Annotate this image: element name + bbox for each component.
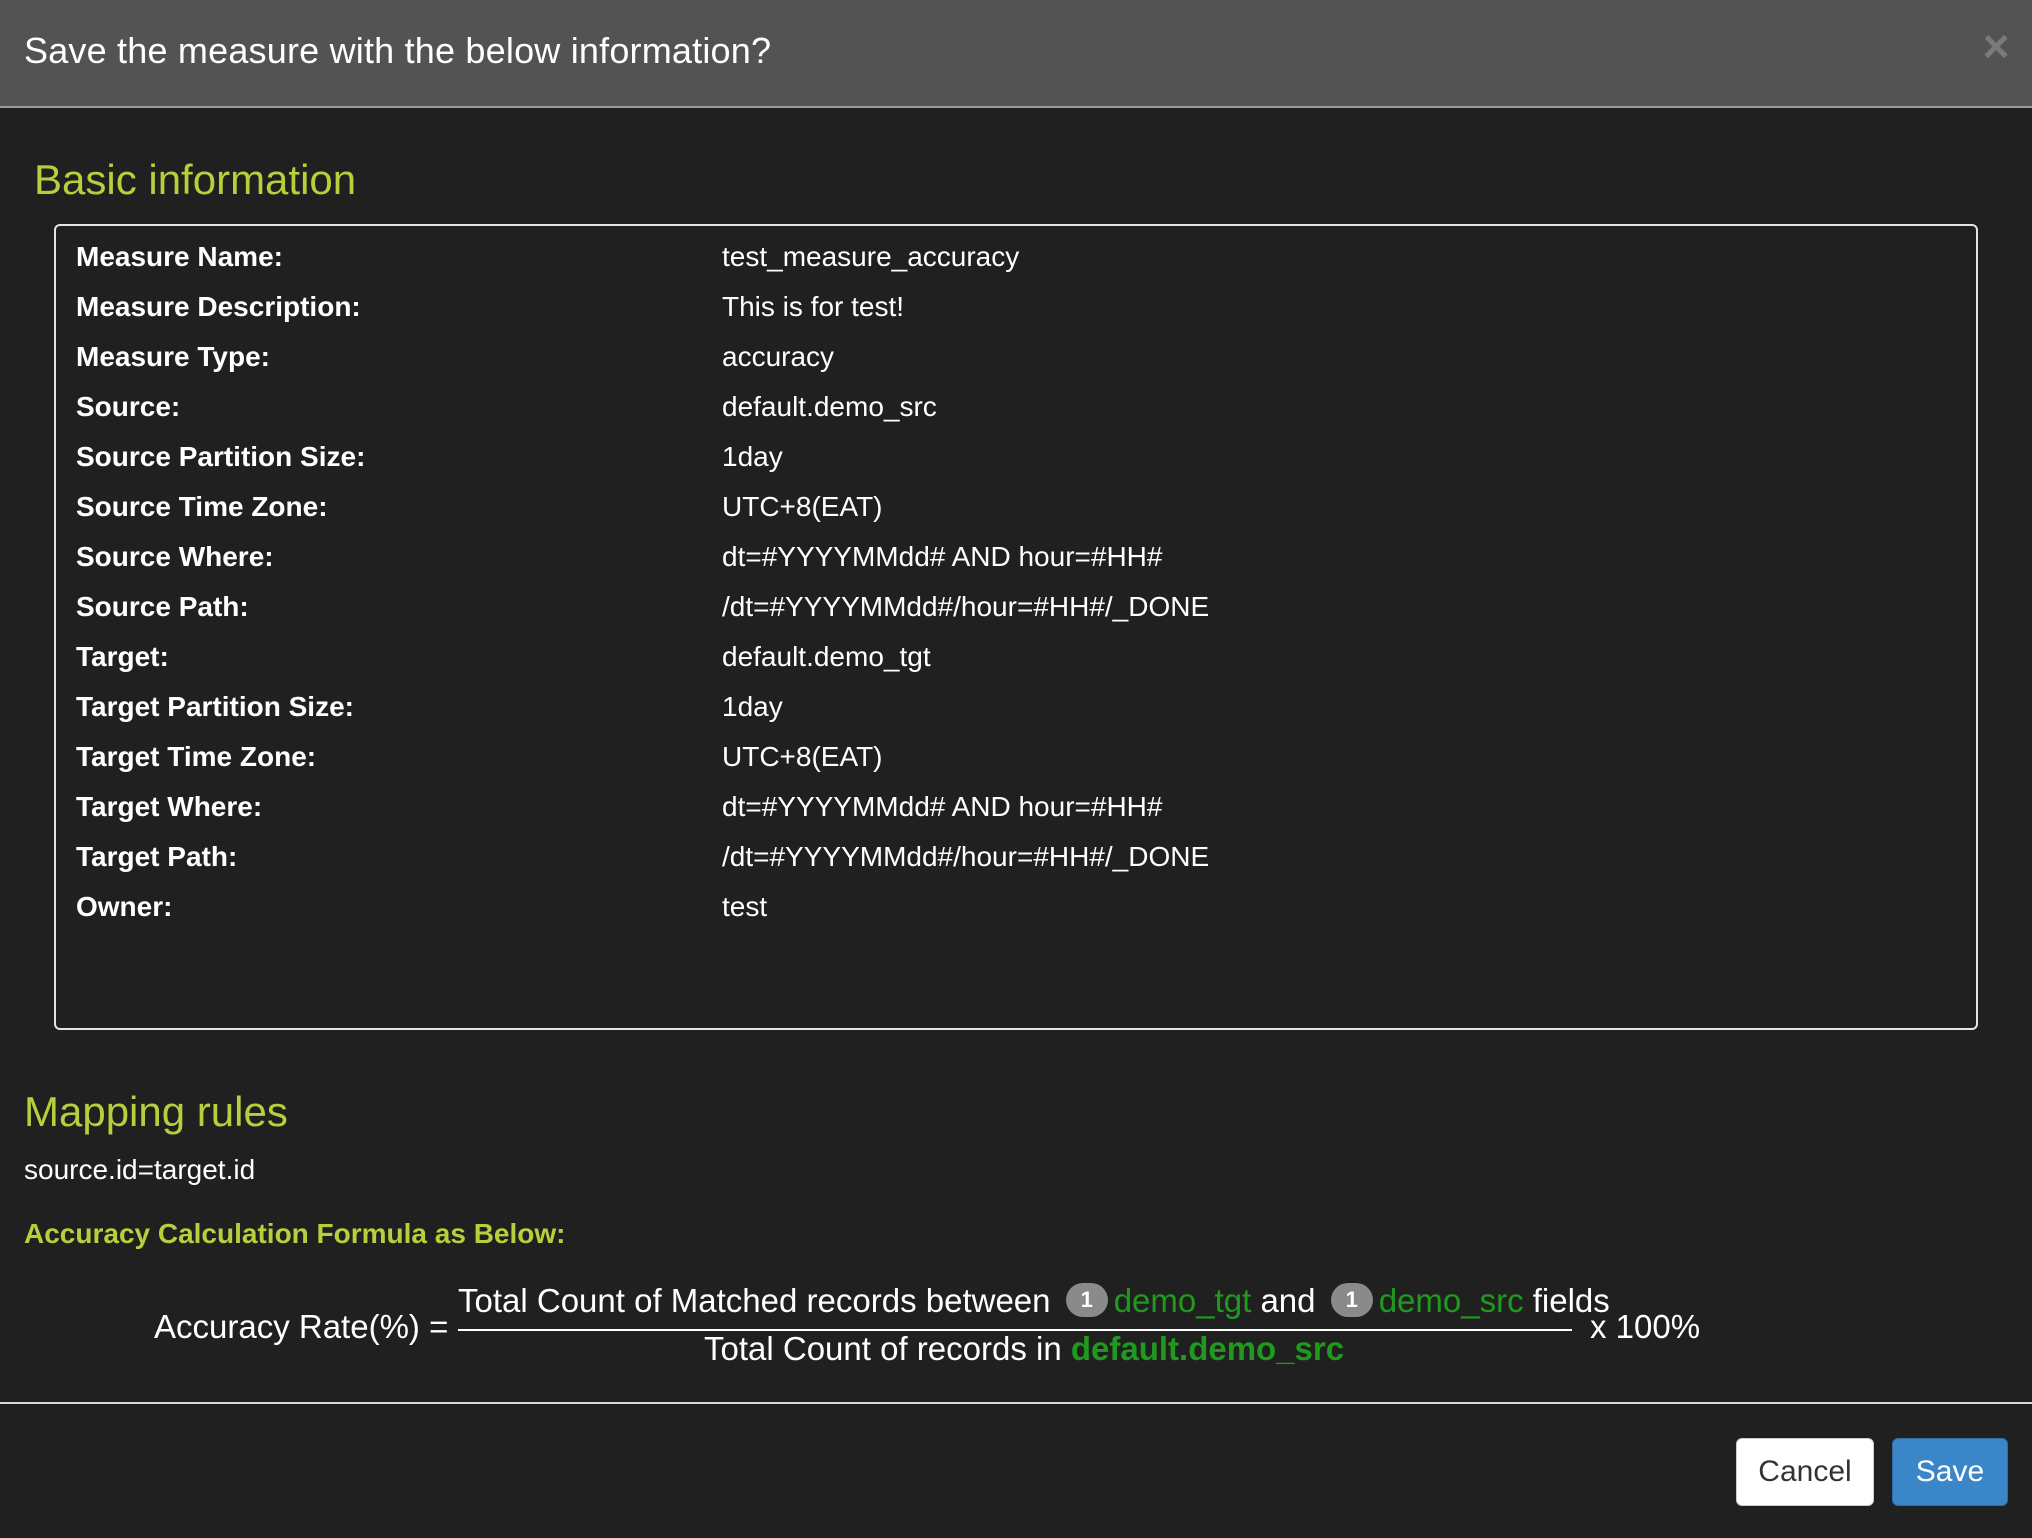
info-value: /dt=#YYYYMMdd#/hour=#HH#/_DONE (722, 841, 1210, 872)
mapping-rules-heading: Mapping rules (24, 1088, 288, 1135)
info-label: Measure Name: (76, 241, 283, 272)
basic-information-panel: Measure Name: test_measure_accuracy Meas… (54, 224, 1978, 1030)
basic-information-heading: Basic information (34, 156, 357, 203)
formula-multiplier: x 100% (1590, 1308, 1701, 1345)
info-row-target-path: Target Path: /dt=#YYYYMMdd#/hour=#HH#/_D… (76, 832, 1956, 882)
info-label: Source Time Zone: (76, 491, 328, 522)
dialog-footer: Cancel Save (0, 1402, 2032, 1538)
info-label: Target Time Zone: (76, 741, 317, 772)
formula-heading: Accuracy Calculation Formula as Below: (24, 1218, 566, 1249)
info-row-measure-type: Measure Type: accuracy (76, 332, 1956, 382)
target-table-name: demo_tgt (1113, 1282, 1252, 1319)
info-row-source-where: Source Where: dt=#YYYYMMdd# AND hour=#HH… (76, 532, 1956, 582)
info-value: 1day (722, 691, 783, 722)
info-row-source-path: Source Path: /dt=#YYYYMMdd#/hour=#HH#/_D… (76, 582, 1956, 632)
info-label: Measure Description: (76, 291, 361, 322)
info-value: UTC+8(EAT) (722, 491, 883, 522)
numerator-text: Total Count of Matched records between (458, 1282, 1051, 1319)
mapping-rule-text: source.id=target.id (24, 1154, 256, 1185)
info-value: test_measure_accuracy (722, 241, 1020, 272)
info-value: This is for test! (722, 291, 905, 322)
close-icon[interactable]: × (1976, 23, 2016, 69)
info-row-source-time-zone: Source Time Zone: UTC+8(EAT) (76, 482, 1956, 532)
source-table-name: demo_src (1378, 1282, 1524, 1319)
info-row-measure-description: Measure Description: This is for test! (76, 282, 1956, 332)
info-value: default.demo_tgt (722, 641, 931, 672)
info-row-source-partition-size: Source Partition Size: 1day (76, 432, 1956, 482)
info-label: Source Path: (76, 591, 249, 622)
formula-numerator: Total Count of Matched records between 1… (458, 1282, 1610, 1330)
info-label: Target Path: (76, 841, 238, 872)
source-count-badge: 1 (1330, 1283, 1373, 1318)
info-label: Target: (76, 641, 169, 672)
dialog-header: Save the measure with the below informat… (0, 0, 2032, 108)
info-value: test (722, 891, 768, 922)
info-label: Source Partition Size: (76, 441, 366, 472)
info-value: UTC+8(EAT) (722, 741, 883, 772)
denominator-text: Total Count of records in (704, 1330, 1062, 1367)
numerator-and: and (1260, 1282, 1316, 1319)
cancel-button[interactable]: Cancel (1736, 1438, 1874, 1506)
denominator-source: default.demo_src (1070, 1330, 1345, 1367)
info-value: 1day (722, 441, 783, 472)
info-label: Target Partition Size: (76, 691, 354, 722)
info-label: Target Where: (76, 791, 263, 822)
info-row-target-partition-size: Target Partition Size: 1day (76, 682, 1956, 732)
info-row-source: Source: default.demo_src (76, 382, 1956, 432)
formula-lhs: Accuracy Rate(%) = (154, 1308, 449, 1345)
info-label: Measure Type: (76, 341, 270, 372)
info-row-measure-name: Measure Name: test_measure_accuracy (76, 232, 1956, 282)
info-value: /dt=#YYYYMMdd#/hour=#HH#/_DONE (722, 591, 1210, 622)
target-count-badge: 1 (1065, 1283, 1108, 1318)
info-label: Source Where: (76, 541, 274, 572)
formula-denominator: Total Count of records in default.demo_s… (704, 1330, 1344, 1368)
info-row-owner: Owner: test (76, 882, 1956, 932)
dialog-title: Save the measure with the below informat… (24, 30, 772, 71)
info-row-target-where: Target Where: dt=#YYYYMMdd# AND hour=#HH… (76, 782, 1956, 832)
save-button[interactable]: Save (1892, 1438, 2008, 1506)
info-row-target: Target: default.demo_tgt (76, 632, 1956, 682)
info-value: accuracy (722, 341, 835, 372)
info-value: default.demo_src (722, 391, 937, 422)
save-measure-dialog: Save the measure with the below informat… (0, 0, 2032, 1538)
info-value: dt=#YYYYMMdd# AND hour=#HH# (722, 541, 1163, 572)
info-label: Owner: (76, 891, 173, 922)
info-label: Source: (76, 391, 181, 422)
info-value: dt=#YYYYMMdd# AND hour=#HH# (722, 791, 1163, 822)
info-row-target-time-zone: Target Time Zone: UTC+8(EAT) (76, 732, 1956, 782)
